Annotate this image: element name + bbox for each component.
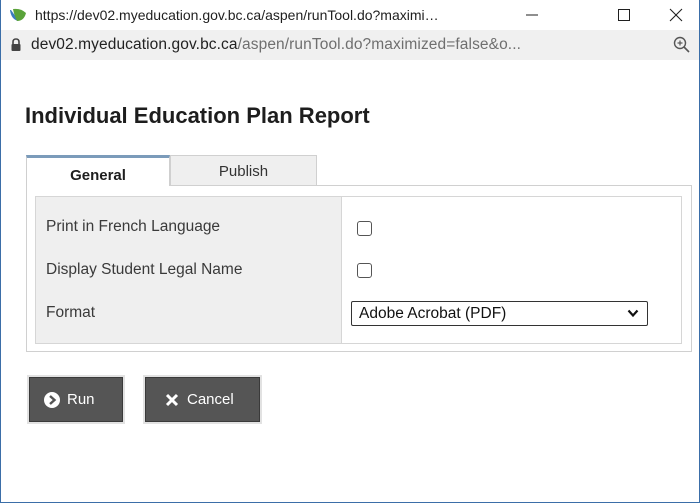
format-select[interactable]: Adobe Acrobat (PDF) [351,301,648,326]
url-path: /aspen/runTool.do?maximized=false&o... [237,36,522,53]
x-icon [165,393,179,406]
address-url[interactable]: dev02.myeducation.gov.bc.ca/aspen/runToo… [31,36,521,54]
maximize-button[interactable] [601,0,647,30]
legal-name-checkbox[interactable] [357,263,372,278]
print-french-checkbox[interactable] [357,221,372,236]
minimize-icon [526,14,538,16]
minimize-button[interactable] [509,0,555,30]
bc-leaf-icon [10,8,26,21]
arrow-right-circle-icon [44,391,60,408]
browser-popup-window: https://dev02.myeducation.gov.bc.ca/aspe… [0,0,700,503]
options-form: Print in French Language Display Student… [35,196,682,344]
zoom-icon[interactable] [673,36,691,54]
print-french-label: Print in French Language [46,218,221,235]
tab-label: Publish [218,162,269,180]
page-title: Individual Education Plan Report [25,103,370,128]
tab-publish[interactable]: Publish [170,155,317,186]
cancel-button-label: Cancel [187,391,234,408]
close-icon [669,8,683,22]
format-label: Format [46,304,96,321]
url-host: dev02.myeducation.gov.bc.ca [31,36,238,53]
maximize-icon [618,9,630,21]
window-title: https://dev02.myeducation.gov.bc.ca/aspe… [35,7,439,23]
title-bar: https://dev02.myeducation.gov.bc.ca/aspe… [1,0,699,30]
tab-general[interactable]: General [26,155,170,186]
lock-icon [11,38,21,51]
chevron-down-icon [627,309,639,318]
cancel-button[interactable]: Cancel [145,377,260,422]
legal-name-label: Display Student Legal Name [46,261,243,278]
tab-label: General [70,166,126,184]
format-select-value: Adobe Acrobat (PDF) [359,305,507,322]
address-bar[interactable]: dev02.myeducation.gov.bc.ca/aspen/runToo… [1,30,699,60]
run-button[interactable]: Run [29,377,123,422]
run-button-label: Run [67,391,95,408]
close-button[interactable] [653,0,699,30]
